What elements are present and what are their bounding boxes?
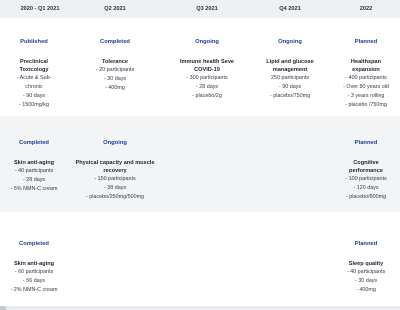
trial-detail: - 60 participants [14,269,54,275]
trial-status: Ongoing [195,39,219,45]
trial-detail: - 40 participants [14,168,54,174]
trial-title: Skin anti-aging [13,160,55,166]
trial-status: Completed [19,241,49,247]
trial-title: Physical capacity and muscle recovery [75,160,155,174]
trial-detail: - 2% NMN-C cream [10,287,58,293]
trial-title: Preclinical Toxicology [19,59,49,73]
trial-detail: - 28 days [195,84,219,90]
trial-status: Ongoing [103,140,127,146]
trial-card: Planned Cognitive performance - 100 partic… [325,139,400,202]
trial-detail: - 400 participants [345,75,387,81]
trial-card: Completed Skin anti-aging - 40 participant… [0,139,75,194]
trial-detail: - 120 days [353,185,379,191]
trial-card: Completed Tolerance - 20 participants - 30 … [74,38,156,93]
trial-card: Ongoing Lipid and glucose management 250 p… [249,38,331,101]
trial-card: Ongoing Physical capacity and muscle reco… [74,139,156,202]
trial-detail: - 56 days [22,278,46,284]
trial-status: Planned [354,140,378,146]
header-col-q3-2021: Q3 2021 [196,6,218,12]
trial-detail: - 1500mg/kg [19,102,49,108]
trial-status: Published [20,39,48,45]
header-col-q2-2021: Q2 2021 [104,6,126,12]
trial-card: Planned Healthspan expansion - 400 partici… [325,38,400,110]
trial-title: Tolerance [101,59,128,65]
scrollbar-thumb[interactable] [0,306,6,310]
trial-detail: - 100 participants [345,176,387,182]
trial-title: Lipid and glucose management [266,59,314,73]
trial-detail: - 28 days [22,177,46,183]
trial-detail: 250 participants [270,75,310,81]
horizontal-scrollbar[interactable] [0,306,400,310]
trial-status: Planned [354,241,378,247]
trial-detail: - Acute & Sub- [16,75,52,81]
trial-detail: - 20 participants [95,67,135,73]
trial-status: Completed [100,39,130,45]
trial-detail: - 5% NMN-C cream [10,186,58,192]
trial-detail: - 38 days [103,185,127,191]
trial-detail: - 150 participants [94,176,136,182]
trial-card: Ongoing Immune health Seve COVID-19 - 300 … [166,38,248,101]
trial-detail: - 30 days [354,278,378,284]
trial-detail: - placebo/2g [192,93,222,99]
trial-detail: - 40 participants [346,269,386,275]
trial-detail: - placebo/600mg [345,194,387,200]
trial-detail: - placebo /750mg [345,102,387,108]
header-col-2022: 2022 [359,6,373,12]
trial-card: Completed Skin anti-aging - 60 participant… [0,240,75,295]
trial-title: Skin anti-aging [13,261,55,267]
trial-status: Completed [19,140,49,146]
header-col-q4-2021: Q4 2021 [279,6,301,12]
trial-detail: - 400mg [105,85,125,91]
trial-detail: chronic [25,84,43,90]
header-col-2020-q1-2021: 2020 - Q1 2021 [20,6,60,12]
trial-detail: - 90 days [278,84,302,90]
trial-detail: - 30 days [103,76,127,82]
trial-detail: - 3 years rolling [347,93,385,99]
trial-detail: - 90 days [22,93,46,99]
trial-card: Planned Sleep quality - 40 participants - 3… [325,240,400,295]
trial-title: Healthspan expansion [350,59,382,73]
trial-title: Cognitive performance [349,160,383,174]
trial-detail: - 400mg [356,287,376,293]
trial-card: Published Preclinical Toxicology - Acute &… [0,38,75,110]
trial-status: Ongoing [278,39,302,45]
trial-detail: - placebo/750mg [269,93,311,99]
trial-title: Immune health Seve COVID-19 [179,59,235,73]
timeline-header: 2020 - Q1 2021 Q2 2021 Q3 2021 Q4 2021 2… [0,0,400,18]
trial-detail: - Over 80 years old [343,84,389,90]
trial-detail: - 300 participants [186,75,228,81]
trial-status: Planned [354,39,378,45]
trial-detail: - placebo/250mg/500mg [85,194,145,200]
trial-title: Sleep quality [348,261,384,267]
